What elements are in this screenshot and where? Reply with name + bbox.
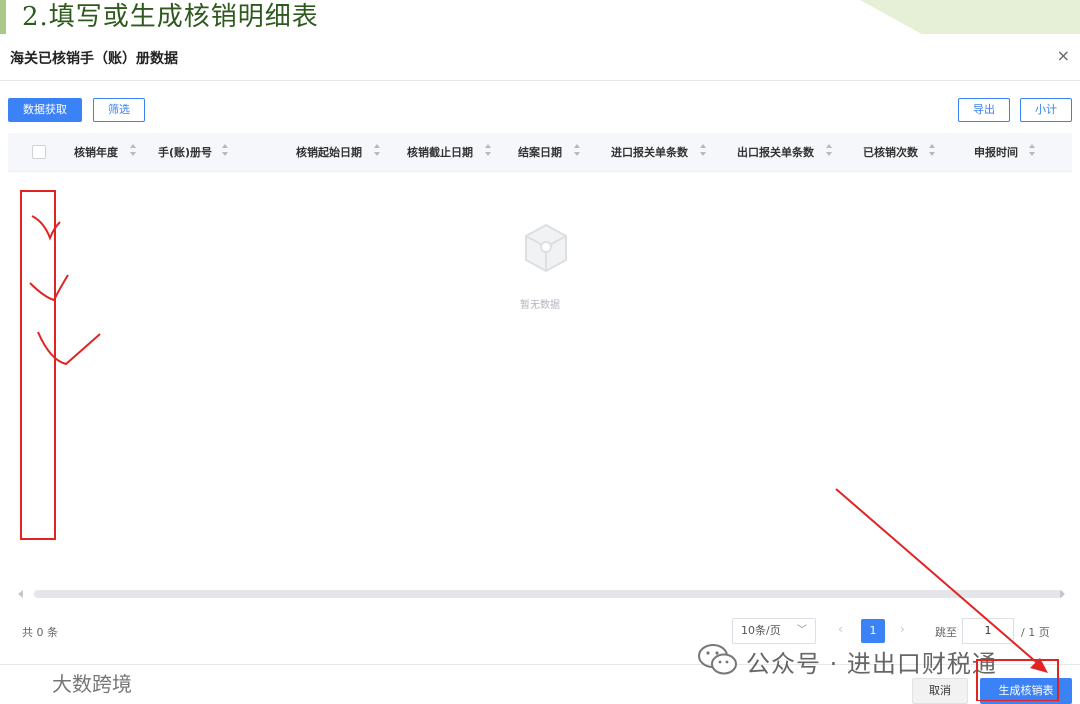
page-size-select[interactable]: 10条/页 ﹀ [732,618,816,644]
dialog: 海关已核销手（账）册数据 × 数据获取 筛选 导出 小计 核销年度 手(账)册号… [0,34,1080,704]
column-header-start-date[interactable]: 核销起始日期 [296,144,362,160]
column-header-declare-time[interactable]: 申报时间 [974,144,1018,160]
sort-icon[interactable] [373,144,381,158]
empty-box-icon [522,223,570,279]
export-button[interactable]: 导出 [958,98,1010,122]
sort-icon[interactable] [129,144,137,158]
column-header-manual-no[interactable]: 手(账)册号 [158,144,212,160]
filter-button[interactable]: 筛选 [93,98,145,122]
horizontal-scrollbar[interactable] [34,590,1064,598]
jump-label: 跳至 [935,626,957,639]
cancel-button[interactable]: 取消 [912,678,968,704]
table-header: 核销年度 手(账)册号 核销起始日期 核销截止日期 结案日期 进口报关单条数 出… [8,133,1072,171]
scroll-right-arrow[interactable] [1060,590,1065,598]
column-header-end-date[interactable]: 核销截止日期 [407,144,473,160]
slide-accent-bar [0,0,6,34]
column-header-verified-times[interactable]: 已核销次数 [863,144,918,160]
slide-title: 2.填写或生成核销明细表 [22,2,319,32]
sort-icon[interactable] [699,144,707,158]
sort-icon[interactable] [484,144,492,158]
prev-page-icon[interactable]: ‹ [838,622,843,636]
header-divider [8,171,1072,172]
column-header-close-date[interactable]: 结案日期 [518,144,562,160]
sort-icon[interactable] [573,144,581,158]
fetch-data-button[interactable]: 数据获取 [8,98,82,122]
jump-page-input[interactable]: 1 [962,618,1014,644]
total-count: 共 0 条 [22,626,58,639]
dialog-divider [0,80,1080,81]
column-header-export-count[interactable]: 出口报关单条数 [737,144,814,160]
page-total: / 1 页 [1021,626,1050,639]
empty-text: 暂无数据 [520,300,560,311]
next-page-icon[interactable]: › [900,622,905,636]
slide-decoration-band [860,0,1080,34]
column-header-import-count[interactable]: 进口报关单条数 [611,144,688,160]
generate-verification-table-button[interactable]: 生成核销表 [980,678,1072,704]
sort-icon[interactable] [221,144,229,158]
sort-icon[interactable] [928,144,936,158]
sort-icon[interactable] [825,144,833,158]
close-icon[interactable]: × [1057,46,1070,65]
watermark-text: 公众号 · 进出口财税通 [746,650,997,678]
select-all-checkbox[interactable] [32,145,46,159]
wechat-icon [696,640,740,680]
scroll-left-arrow[interactable] [18,590,23,598]
chevron-down-icon: ﹀ [797,625,807,636]
slide-header: 2.填写或生成核销明细表 [0,0,1080,34]
dialog-title: 海关已核销手（账）册数据 [10,51,178,67]
column-header-year[interactable]: 核销年度 [74,144,118,160]
page-number-current[interactable]: 1 [861,619,885,643]
subtotal-button[interactable]: 小计 [1020,98,1072,122]
logo-watermark: 大数跨境 [52,672,132,696]
sort-icon[interactable] [1028,144,1036,158]
page-size-value: 10条/页 [741,624,781,637]
